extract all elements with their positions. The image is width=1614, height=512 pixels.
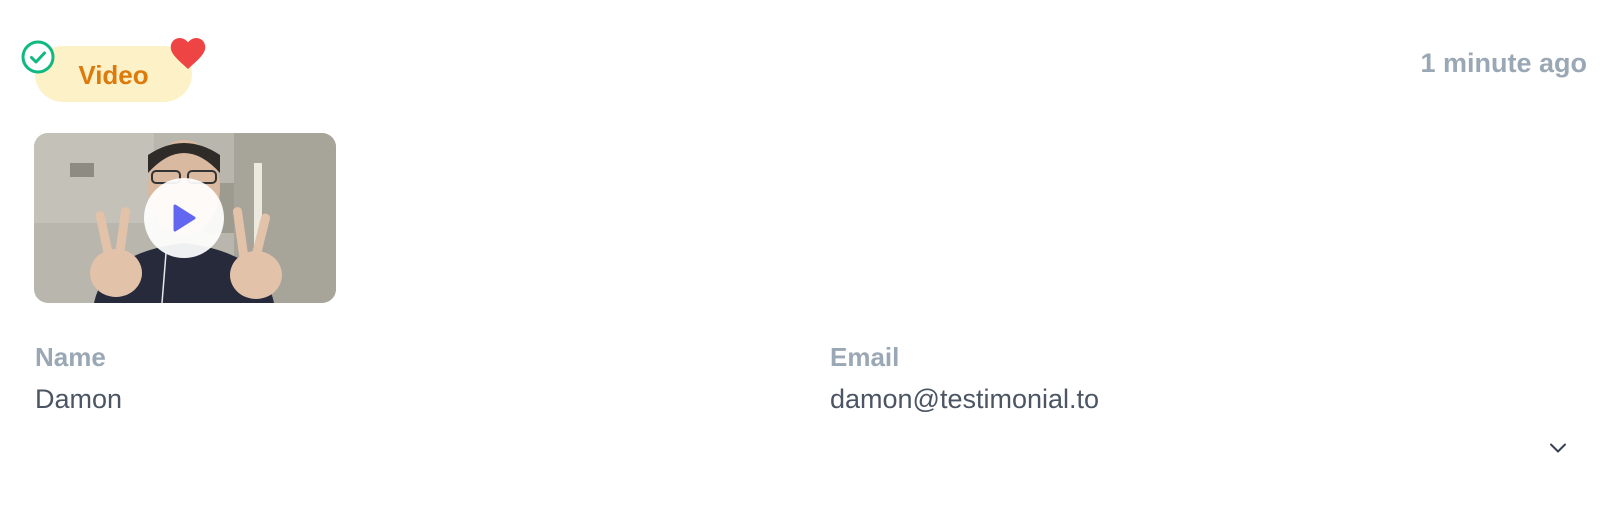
check-circle-icon[interactable] — [20, 39, 56, 75]
play-icon — [173, 204, 196, 232]
chevron-down-icon[interactable] — [1546, 436, 1570, 460]
name-label: Name — [35, 342, 106, 372]
submitted-timestamp: 1 minute ago — [1420, 48, 1587, 78]
name-value: Damon — [35, 384, 123, 414]
testimonial-card: Video 1 minute ago Name Damon Email damo… — [0, 0, 1614, 512]
play-button[interactable] — [144, 178, 224, 258]
type-badge-video[interactable]: Video — [35, 46, 192, 102]
video-thumbnail[interactable] — [34, 133, 336, 303]
email-value: damon@testimonial.to — [830, 384, 1100, 414]
heart-icon[interactable] — [170, 37, 206, 71]
email-label: Email — [830, 342, 900, 372]
type-badge-label: Video — [78, 59, 149, 90]
